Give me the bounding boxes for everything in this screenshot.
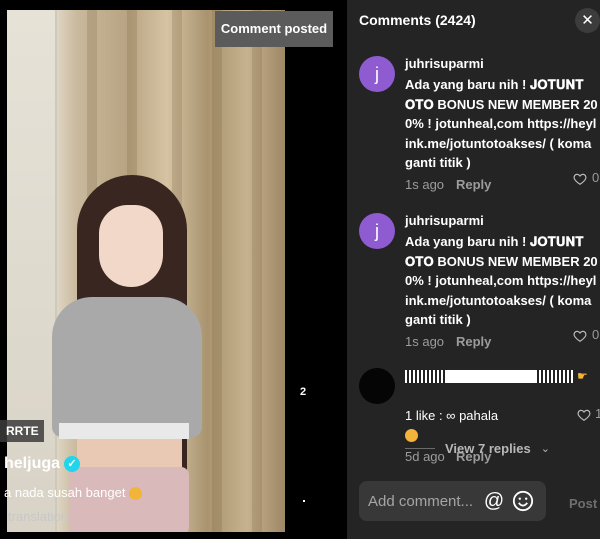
comment-item: j juhrisuparmi Ada yang baru nih ! 𝐉𝐎𝐓𝐔𝐍… [359, 56, 600, 196]
avatar[interactable]: j [359, 213, 395, 249]
view-replies-label: View 7 replies [445, 441, 531, 456]
name-mask [535, 369, 575, 383]
divider [405, 448, 435, 449]
comment-time: 1s ago [405, 177, 445, 192]
video-author[interactable]: heljuga ✓ [4, 451, 81, 477]
comment-username[interactable]: juhrisuparmi [405, 213, 600, 232]
video-person [37, 175, 247, 532]
heart-icon[interactable] [573, 329, 587, 343]
name-mask [405, 369, 445, 383]
like-count: 0 [592, 170, 600, 185]
comment-meta: 1s ago Reply [405, 332, 600, 352]
comment-input-box[interactable]: @ [359, 481, 546, 521]
video-label-strip: RRTE [0, 420, 44, 442]
video-player[interactable]: Comment posted RRTE heljuga ✓ a nada sus… [0, 0, 347, 539]
heart-icon[interactable] [573, 172, 587, 186]
verified-badge-icon: ✓ [64, 456, 81, 472]
heart-icon[interactable] [577, 408, 591, 422]
comment-item: j juhrisuparmi Ada yang baru nih ! 𝐉𝐎𝐓𝐔𝐍… [359, 213, 600, 353]
see-translation-link[interactable]: translation [8, 509, 68, 524]
video-author-name[interactable]: heljuga [4, 455, 60, 473]
chevron-down-icon: ⌄ [540, 443, 550, 455]
close-icon[interactable]: ✕ [575, 8, 600, 33]
comment-text-row: 1 like : ∞ pahala [405, 386, 600, 445]
video-caption: a nada susah banget [4, 485, 143, 501]
name-mask [445, 369, 535, 383]
comments-title: Comments (2424) [359, 12, 476, 28]
comment-posted-toast: Comment posted [215, 11, 333, 47]
view-replies-button[interactable]: View 7 replies ⌄ [405, 441, 550, 456]
app-root: Comment posted RRTE heljuga ✓ a nada sus… [0, 0, 600, 539]
comment-item: ☛ 1 like : ∞ pahala 5d ago Reply 1 [359, 368, 600, 464]
comment-input[interactable] [368, 481, 478, 521]
comment-body: juhrisuparmi Ada yang baru nih ! 𝐉𝐎𝐓𝐔𝐍𝐓𝐎… [405, 56, 600, 195]
pointing-hand-icon: ☛ [577, 369, 588, 383]
like-count: 0 [592, 327, 600, 342]
comment-time: 1s ago [405, 334, 445, 349]
person-face [99, 205, 163, 287]
person-top [52, 297, 202, 437]
laughing-emoji-icon [129, 487, 143, 501]
curtain-fold [252, 10, 262, 532]
side-count: 2 [300, 386, 307, 398]
comment-text: Ada yang baru nih ! 𝐉𝐎𝐓𝐔𝐍𝐓𝐎𝐓𝐎 BONUS NEW … [405, 77, 598, 170]
comment-text: 1 like : ∞ pahala [405, 407, 499, 423]
avatar[interactable] [359, 368, 395, 404]
comment-username[interactable]: juhrisuparmi [405, 56, 600, 75]
person-waistband [59, 423, 189, 439]
at-icon[interactable]: @ [483, 490, 505, 512]
comment-meta: 1s ago Reply [405, 175, 600, 195]
comment-text: Ada yang baru nih ! 𝐉𝐎𝐓𝐔𝐍𝐓𝐎𝐓𝐎 BONUS NEW … [405, 234, 598, 327]
reply-button[interactable]: Reply [456, 334, 491, 349]
side-dot [303, 500, 305, 502]
avatar[interactable]: j [359, 56, 395, 92]
comment-body: juhrisuparmi Ada yang baru nih ! 𝐉𝐎𝐓𝐔𝐍𝐓𝐎… [405, 213, 600, 352]
smile-icon[interactable] [512, 490, 534, 512]
comment-username-masked[interactable]: ☛ [405, 368, 600, 384]
like-count: 1 [595, 406, 600, 421]
post-button[interactable]: Post [569, 496, 597, 511]
reply-button[interactable]: Reply [456, 177, 491, 192]
person-midriff [77, 437, 182, 467]
video-caption-text: a nada susah banget [4, 485, 126, 500]
